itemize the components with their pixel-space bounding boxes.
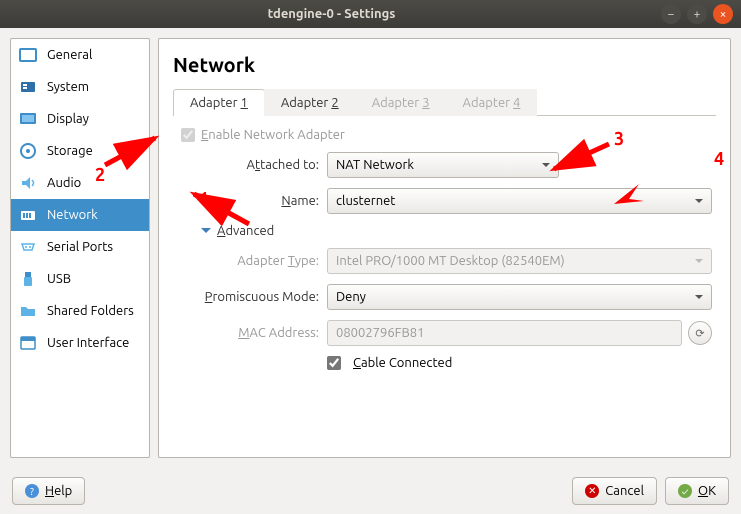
cancel-icon: ✕ [585, 484, 599, 498]
cancel-button[interactable]: ✕ Cancel [572, 477, 657, 505]
ui-icon [19, 334, 37, 352]
tab-adapter-2[interactable]: Adapter 2 [264, 89, 356, 116]
sidebar-item-general[interactable]: General [11, 39, 149, 71]
promiscuous-label: Promiscuous Mode: [177, 290, 327, 304]
promiscuous-select[interactable]: Deny [327, 284, 712, 310]
sidebar-item-usb[interactable]: USB [11, 263, 149, 295]
display-icon [19, 110, 37, 128]
name-label: Name: [177, 194, 327, 208]
general-icon [19, 46, 37, 64]
sidebar-item-label: Display [47, 112, 89, 126]
ok-icon: ✓ [678, 484, 692, 498]
sidebar-item-label: USB [47, 272, 71, 286]
adapter-tabs: Adapter 1 Adapter 2 Adapter 3 Adapter 4 [173, 88, 716, 116]
sidebar-item-network[interactable]: Network [11, 199, 149, 231]
dialog-footer: ? HHelpelp ✕ Cancel ✓ OKOK [0, 468, 741, 514]
network-icon [19, 206, 37, 224]
tab-adapter-3[interactable]: Adapter 3 [355, 89, 447, 116]
sidebar-item-label: Serial Ports [47, 240, 113, 254]
window-title: tdengine-0 - Settings [8, 7, 655, 21]
attached-to-select[interactable]: NAT Network [327, 152, 559, 178]
sidebar-item-user-interface[interactable]: User Interface [11, 327, 149, 359]
page-title: Network [173, 53, 716, 76]
mac-label: MAC Address: [177, 326, 327, 340]
sidebar-item-label: Audio [47, 176, 81, 190]
chevron-down-icon [201, 228, 211, 238]
enable-adapter-label: EEnable Network Adapternable Network Ada… [201, 128, 345, 142]
storage-icon [19, 142, 37, 160]
adapter-type-select: Intel PRO/1000 MT Desktop (82540EM) [327, 248, 712, 274]
sidebar-item-label: General [47, 48, 92, 62]
sidebar-item-label: Shared Folders [47, 304, 134, 318]
sidebar-item-serial-ports[interactable]: Serial Ports [11, 231, 149, 263]
refresh-mac-button[interactable]: ⟳ [688, 321, 712, 345]
sidebar-item-label: System [47, 80, 89, 94]
attached-to-label: Attached to: [177, 158, 327, 172]
sidebar-item-shared-folders[interactable]: Shared Folders [11, 295, 149, 327]
sidebar-item-label: Network [47, 208, 98, 222]
ok-button[interactable]: ✓ OKOK [665, 477, 729, 505]
tab-adapter-4[interactable]: Adapter 4 [446, 89, 538, 116]
usb-icon [19, 270, 37, 288]
titlebar: tdengine-0 - Settings − + × [0, 0, 741, 28]
sidebar-item-label: Storage [47, 144, 93, 158]
sidebar-item-display[interactable]: Display [11, 103, 149, 135]
cable-connected-checkbox[interactable] [327, 356, 341, 370]
name-select[interactable]: clusternet [327, 188, 712, 214]
cable-connected-label: Cable Connected [353, 356, 452, 370]
audio-icon [19, 174, 37, 192]
folder-icon [19, 302, 37, 320]
sidebar-item-storage[interactable]: Storage [11, 135, 149, 167]
sidebar-item-label: User Interface [47, 336, 129, 350]
advanced-toggle[interactable]: Advanced [201, 224, 712, 238]
tab-adapter-1[interactable]: Adapter 1 [173, 89, 265, 116]
help-icon: ? [25, 484, 39, 498]
serial-icon [19, 238, 37, 256]
window-maximize-button[interactable]: + [687, 4, 707, 24]
sidebar-item-audio[interactable]: Audio [11, 167, 149, 199]
window-minimize-button[interactable]: − [661, 4, 681, 24]
adapter-type-label: Adapter Type: [177, 254, 327, 268]
mac-address-field: 08002796FB81 [327, 320, 682, 346]
main-panel: Network Adapter 1 Adapter 2 Adapter 3 Ad… [158, 38, 731, 458]
enable-adapter-checkbox[interactable] [181, 128, 195, 142]
system-icon [19, 78, 37, 96]
sidebar-item-system[interactable]: System [11, 71, 149, 103]
window-close-button[interactable]: × [713, 4, 733, 24]
help-button[interactable]: ? HHelpelp [12, 477, 85, 505]
settings-sidebar: General System Display Storage Audio Net… [10, 38, 150, 458]
